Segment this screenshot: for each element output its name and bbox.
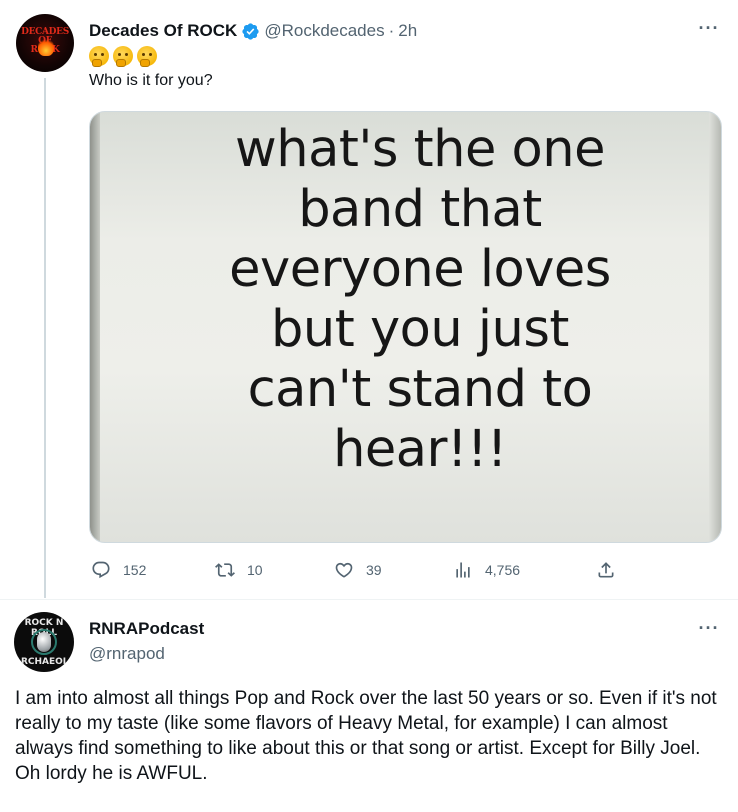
image-text-line: can't stand to <box>247 360 593 419</box>
image-edge <box>90 112 100 542</box>
emoji-row <box>89 46 157 67</box>
display-name[interactable]: Decades Of ROCK <box>89 21 237 41</box>
tweet-header: Decades Of ROCK @Rockdecades · 2h <box>89 20 417 42</box>
image-text-line: but you just <box>271 300 569 359</box>
views-button[interactable]: 4,756 <box>453 560 520 580</box>
retweet-button[interactable]: 10 <box>215 560 263 580</box>
image-text-line: what's the one <box>235 120 605 179</box>
reply-count: 152 <box>123 562 147 578</box>
handle[interactable]: @rnrapod <box>89 644 165 664</box>
thread-connector-line <box>44 78 46 598</box>
like-count: 39 <box>366 562 382 578</box>
separator-dot: · <box>388 21 395 40</box>
more-icon[interactable]: ··· <box>698 19 720 42</box>
tweet-text: I am into almost all things Pop and Rock… <box>15 688 717 784</box>
tweet-actions: 152 10 39 4,756 <box>89 560 649 584</box>
timestamp[interactable]: 2h <box>398 21 417 41</box>
image-text-line: hear!!! <box>333 420 507 479</box>
tweet-reply[interactable]: ROCK N ROLL ARCHAEOLOGY RNRAPodcast @rnr… <box>0 600 738 812</box>
handle[interactable]: @Rockdecades <box>264 21 384 41</box>
avatar-text-line: ARCHAEOLOGY <box>14 657 74 667</box>
retweet-icon <box>215 563 235 577</box>
share-button[interactable] <box>596 560 616 580</box>
reply-icon <box>92 561 110 579</box>
tweet-main[interactable]: DECADES OF ROCK Decades Of ROCK @Rockdec… <box>0 0 738 600</box>
image-sign-text: what's the one band that everyone loves … <box>120 120 720 480</box>
reply-button[interactable]: 152 <box>91 560 146 580</box>
tweet-image[interactable]: what's the one band that everyone loves … <box>89 111 722 543</box>
image-text-line: everyone loves <box>229 240 611 299</box>
views-count: 4,756 <box>485 562 521 578</box>
avatar[interactable]: ROCK N ROLL ARCHAEOLOGY <box>14 612 74 672</box>
tweet-text: Who is it for you? <box>89 72 213 89</box>
like-icon <box>335 562 353 578</box>
retweet-count: 10 <box>247 562 263 578</box>
thinking-face-emoji-icon <box>113 46 133 67</box>
display-name[interactable]: RNRAPodcast <box>89 619 204 639</box>
thinking-face-emoji-icon <box>137 46 157 67</box>
image-text-line: band that <box>298 180 542 239</box>
like-button[interactable]: 39 <box>334 560 382 580</box>
microphone-icon <box>37 632 51 652</box>
more-icon[interactable]: ··· <box>698 619 720 642</box>
thinking-face-emoji-icon <box>89 46 109 67</box>
flame-graphic <box>38 38 54 56</box>
avatar[interactable]: DECADES OF ROCK <box>16 14 74 72</box>
views-icon <box>456 562 470 578</box>
verified-badge-icon <box>242 22 259 40</box>
share-icon <box>598 562 614 578</box>
